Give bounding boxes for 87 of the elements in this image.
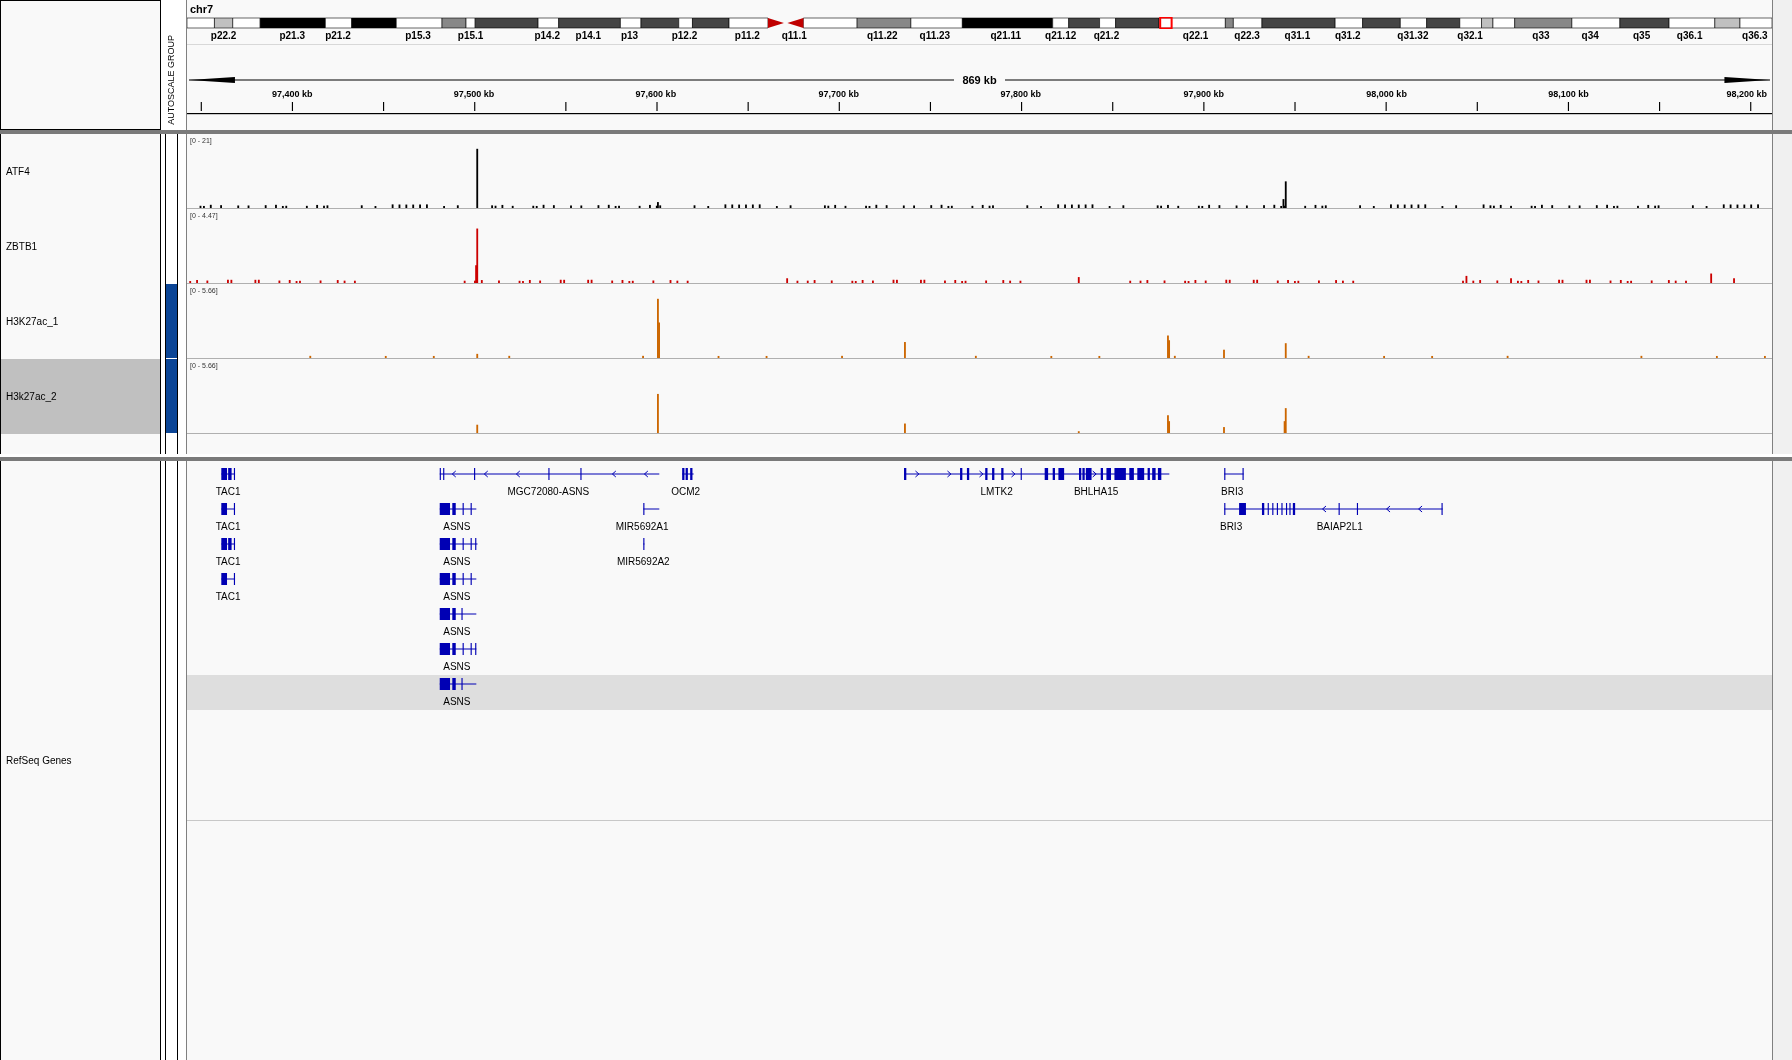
gene-model[interactable]: [1224, 468, 1244, 480]
ruler-tick-label: 97,800 kb: [1000, 90, 1041, 99]
chromosome-ideogram-drawing[interactable]: [187, 17, 1772, 29]
band-label: q31.1: [1284, 31, 1311, 41]
gene-model[interactable]: [221, 503, 236, 515]
ruler-tick-label: 98,000 kb: [1366, 90, 1407, 99]
ruler-tick-label: 97,700 kb: [818, 90, 860, 99]
band-label: q21.11: [990, 31, 1022, 41]
gene-model[interactable]: [439, 468, 660, 480]
gene-label: BRI3: [1219, 522, 1243, 532]
track-name: ZBTB1: [6, 241, 38, 252]
band-label: q31.2: [1334, 31, 1361, 41]
gene-label: MGC72080-ASNS: [507, 487, 590, 497]
gene-label: MIR5692A1: [615, 522, 669, 532]
gene-model[interactable]: [1081, 468, 1170, 480]
band-label: q36.3: [1742, 31, 1768, 41]
gene-label: OCM2: [671, 487, 701, 497]
band-label: p21.2: [325, 31, 351, 41]
gene-label: ASNS: [443, 627, 471, 637]
gene-label: TAC1: [215, 522, 241, 532]
gene-label: MIR5692A2: [616, 557, 670, 567]
gene-model[interactable]: [221, 573, 236, 585]
band-label: q21.2: [1093, 31, 1120, 41]
gene-model[interactable]: [1245, 503, 1443, 515]
gene-model[interactable]: [904, 468, 1082, 480]
ruler-tick-label: 97,900 kb: [1183, 90, 1224, 99]
gene-model[interactable]: [439, 503, 477, 515]
gene-model[interactable]: [221, 538, 236, 550]
track-name-cell[interactable]: H3K27ac_1: [1, 284, 160, 359]
gene-model[interactable]: [643, 503, 660, 515]
attribute-header[interactable]: AUTOSCALE GROUP: [167, 35, 176, 125]
band-label: q34: [1581, 31, 1599, 41]
track-name-cell[interactable]: ATF4: [1, 134, 160, 209]
band-label: q35: [1633, 31, 1651, 41]
chromosome-name: chr7: [189, 2, 215, 17]
gene-label: TAC1: [215, 557, 241, 567]
band-label: q11.23: [919, 31, 951, 41]
gene-model[interactable]: [439, 608, 477, 620]
band-label: p14.2: [534, 31, 560, 41]
band-label: p13: [620, 31, 639, 41]
band-label: q33: [1532, 31, 1550, 41]
band-label: p12.2: [671, 31, 698, 41]
span-label: 869 kb: [961, 74, 998, 86]
band-label: p21.3: [279, 31, 305, 41]
gene-label: ASNS: [443, 662, 471, 672]
gene-label: ASNS: [443, 697, 471, 707]
band-label: q11.22: [867, 31, 898, 41]
gene-model[interactable]: [439, 573, 477, 585]
gene-model[interactable]: [439, 643, 477, 655]
gene-label: LMTK2: [980, 487, 1013, 497]
gene-label: ASNS: [443, 557, 471, 567]
gene-row[interactable]: ASNS: [187, 675, 1772, 710]
band-label: p15.1: [457, 31, 484, 41]
gene-label: ASNS: [443, 592, 471, 602]
gene-label: TAC1: [215, 592, 241, 602]
ruler-tick-label: 97,500 kb: [453, 90, 495, 99]
gene-label: TAC1: [215, 487, 241, 497]
track-name: ATF4: [6, 166, 30, 177]
ruler-tick-label: 97,400 kb: [271, 90, 313, 99]
band-label: q36.1: [1676, 31, 1703, 41]
track-name-cell[interactable]: ZBTB1: [1, 209, 160, 284]
gene-model[interactable]: [1224, 503, 1246, 515]
band-label: q21.12: [1045, 31, 1077, 41]
gene-label: BHLHA15: [1073, 487, 1119, 497]
ruler-tick-label: 97,600 kb: [635, 90, 677, 99]
gene-model[interactable]: [682, 468, 694, 480]
track-name-cell[interactable]: H3k27ac_2: [1, 359, 160, 434]
ruler-tick-label: 98,100 kb: [1548, 90, 1589, 99]
track-name: H3k27ac_2: [6, 391, 57, 402]
band-label: p14.1: [575, 31, 602, 41]
gene-label: BAIAP2L1: [1316, 522, 1363, 532]
track-name: RefSeq Genes: [6, 755, 72, 766]
band-label: p22.2: [210, 31, 237, 41]
band-label: q11.1: [781, 31, 807, 41]
band-label: q22.3: [1234, 31, 1260, 41]
gene-model[interactable]: [221, 468, 236, 480]
band-label: q32.1: [1457, 31, 1483, 41]
ruler-tick-label: 98,200 kb: [1726, 90, 1768, 99]
gene-model[interactable]: [439, 538, 478, 550]
gene-label: ASNS: [443, 522, 471, 532]
gene-model[interactable]: [439, 678, 477, 690]
track-name: H3K27ac_1: [6, 316, 59, 327]
band-label: q22.1: [1182, 31, 1209, 41]
band-label: p11.2: [734, 31, 760, 41]
band-label: p15.3: [405, 31, 431, 41]
band-label: q31.32: [1397, 31, 1429, 41]
gene-label: BRI3: [1221, 487, 1244, 497]
